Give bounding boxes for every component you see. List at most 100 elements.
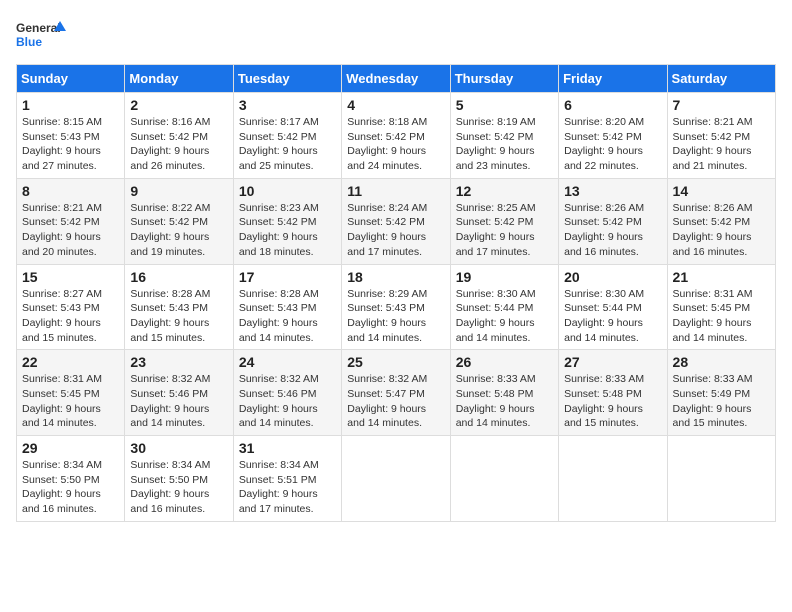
sunrise-label: Sunrise: 8:22 AM bbox=[130, 202, 210, 214]
day-number: 9 bbox=[130, 183, 227, 199]
day-number: 15 bbox=[22, 269, 119, 285]
daylight-label: Daylight: 9 hours and 26 minutes. bbox=[130, 145, 209, 172]
day-number: 23 bbox=[130, 354, 227, 370]
sunset-label: Sunset: 5:43 PM bbox=[22, 131, 100, 143]
logo: General Blue bbox=[16, 16, 66, 56]
calendar-week-row: 15 Sunrise: 8:27 AM Sunset: 5:43 PM Dayl… bbox=[17, 264, 776, 350]
sunset-label: Sunset: 5:42 PM bbox=[347, 131, 425, 143]
daylight-label: Daylight: 9 hours and 14 minutes. bbox=[564, 317, 643, 344]
weekday-header-sunday: Sunday bbox=[17, 65, 125, 93]
calendar-day-cell: 30 Sunrise: 8:34 AM Sunset: 5:50 PM Dayl… bbox=[125, 436, 233, 522]
calendar-day-cell bbox=[342, 436, 450, 522]
day-info: Sunrise: 8:34 AM Sunset: 5:50 PM Dayligh… bbox=[130, 458, 227, 517]
sunset-label: Sunset: 5:46 PM bbox=[239, 388, 317, 400]
calendar-day-cell: 2 Sunrise: 8:16 AM Sunset: 5:42 PM Dayli… bbox=[125, 93, 233, 179]
calendar-day-cell: 25 Sunrise: 8:32 AM Sunset: 5:47 PM Dayl… bbox=[342, 350, 450, 436]
day-info: Sunrise: 8:23 AM Sunset: 5:42 PM Dayligh… bbox=[239, 201, 336, 260]
calendar-day-cell bbox=[559, 436, 667, 522]
sunset-label: Sunset: 5:46 PM bbox=[130, 388, 208, 400]
daylight-label: Daylight: 9 hours and 14 minutes. bbox=[673, 317, 752, 344]
sunrise-label: Sunrise: 8:28 AM bbox=[130, 288, 210, 300]
sunset-label: Sunset: 5:45 PM bbox=[22, 388, 100, 400]
day-info: Sunrise: 8:16 AM Sunset: 5:42 PM Dayligh… bbox=[130, 115, 227, 174]
day-info: Sunrise: 8:33 AM Sunset: 5:48 PM Dayligh… bbox=[564, 372, 661, 431]
sunrise-label: Sunrise: 8:32 AM bbox=[239, 373, 319, 385]
daylight-label: Daylight: 9 hours and 15 minutes. bbox=[130, 317, 209, 344]
calendar-week-row: 1 Sunrise: 8:15 AM Sunset: 5:43 PM Dayli… bbox=[17, 93, 776, 179]
sunset-label: Sunset: 5:51 PM bbox=[239, 474, 317, 486]
calendar-day-cell: 24 Sunrise: 8:32 AM Sunset: 5:46 PM Dayl… bbox=[233, 350, 341, 436]
daylight-label: Daylight: 9 hours and 19 minutes. bbox=[130, 231, 209, 258]
sunset-label: Sunset: 5:42 PM bbox=[673, 131, 751, 143]
sunset-label: Sunset: 5:42 PM bbox=[22, 216, 100, 228]
calendar-day-cell: 26 Sunrise: 8:33 AM Sunset: 5:48 PM Dayl… bbox=[450, 350, 558, 436]
calendar-week-row: 22 Sunrise: 8:31 AM Sunset: 5:45 PM Dayl… bbox=[17, 350, 776, 436]
calendar-week-row: 8 Sunrise: 8:21 AM Sunset: 5:42 PM Dayli… bbox=[17, 178, 776, 264]
sunrise-label: Sunrise: 8:15 AM bbox=[22, 116, 102, 128]
day-info: Sunrise: 8:31 AM Sunset: 5:45 PM Dayligh… bbox=[22, 372, 119, 431]
calendar-day-cell: 18 Sunrise: 8:29 AM Sunset: 5:43 PM Dayl… bbox=[342, 264, 450, 350]
day-number: 29 bbox=[22, 440, 119, 456]
daylight-label: Daylight: 9 hours and 18 minutes. bbox=[239, 231, 318, 258]
day-number: 16 bbox=[130, 269, 227, 285]
calendar-day-cell: 6 Sunrise: 8:20 AM Sunset: 5:42 PM Dayli… bbox=[559, 93, 667, 179]
calendar-day-cell: 7 Sunrise: 8:21 AM Sunset: 5:42 PM Dayli… bbox=[667, 93, 775, 179]
sunset-label: Sunset: 5:49 PM bbox=[673, 388, 751, 400]
sunrise-label: Sunrise: 8:34 AM bbox=[130, 459, 210, 471]
day-info: Sunrise: 8:29 AM Sunset: 5:43 PM Dayligh… bbox=[347, 287, 444, 346]
daylight-label: Daylight: 9 hours and 15 minutes. bbox=[22, 317, 101, 344]
sunrise-label: Sunrise: 8:28 AM bbox=[239, 288, 319, 300]
sunset-label: Sunset: 5:42 PM bbox=[239, 131, 317, 143]
day-info: Sunrise: 8:17 AM Sunset: 5:42 PM Dayligh… bbox=[239, 115, 336, 174]
calendar-day-cell: 29 Sunrise: 8:34 AM Sunset: 5:50 PM Dayl… bbox=[17, 436, 125, 522]
day-number: 2 bbox=[130, 97, 227, 113]
day-number: 5 bbox=[456, 97, 553, 113]
calendar-table: SundayMondayTuesdayWednesdayThursdayFrid… bbox=[16, 64, 776, 522]
sunset-label: Sunset: 5:42 PM bbox=[239, 216, 317, 228]
day-number: 19 bbox=[456, 269, 553, 285]
day-number: 18 bbox=[347, 269, 444, 285]
daylight-label: Daylight: 9 hours and 22 minutes. bbox=[564, 145, 643, 172]
sunset-label: Sunset: 5:43 PM bbox=[130, 302, 208, 314]
sunrise-label: Sunrise: 8:29 AM bbox=[347, 288, 427, 300]
day-info: Sunrise: 8:32 AM Sunset: 5:46 PM Dayligh… bbox=[130, 372, 227, 431]
day-number: 26 bbox=[456, 354, 553, 370]
day-info: Sunrise: 8:31 AM Sunset: 5:45 PM Dayligh… bbox=[673, 287, 770, 346]
sunrise-label: Sunrise: 8:34 AM bbox=[239, 459, 319, 471]
day-info: Sunrise: 8:18 AM Sunset: 5:42 PM Dayligh… bbox=[347, 115, 444, 174]
day-info: Sunrise: 8:21 AM Sunset: 5:42 PM Dayligh… bbox=[22, 201, 119, 260]
sunset-label: Sunset: 5:50 PM bbox=[130, 474, 208, 486]
daylight-label: Daylight: 9 hours and 23 minutes. bbox=[456, 145, 535, 172]
calendar-day-cell: 11 Sunrise: 8:24 AM Sunset: 5:42 PM Dayl… bbox=[342, 178, 450, 264]
daylight-label: Daylight: 9 hours and 15 minutes. bbox=[564, 403, 643, 430]
calendar-day-cell: 8 Sunrise: 8:21 AM Sunset: 5:42 PM Dayli… bbox=[17, 178, 125, 264]
day-number: 24 bbox=[239, 354, 336, 370]
sunset-label: Sunset: 5:42 PM bbox=[673, 216, 751, 228]
sunset-label: Sunset: 5:45 PM bbox=[673, 302, 751, 314]
sunset-label: Sunset: 5:42 PM bbox=[564, 131, 642, 143]
sunrise-label: Sunrise: 8:21 AM bbox=[22, 202, 102, 214]
sunrise-label: Sunrise: 8:18 AM bbox=[347, 116, 427, 128]
svg-text:Blue: Blue bbox=[16, 35, 42, 49]
sunrise-label: Sunrise: 8:30 AM bbox=[456, 288, 536, 300]
calendar-day-cell: 21 Sunrise: 8:31 AM Sunset: 5:45 PM Dayl… bbox=[667, 264, 775, 350]
day-number: 30 bbox=[130, 440, 227, 456]
sunrise-label: Sunrise: 8:23 AM bbox=[239, 202, 319, 214]
daylight-label: Daylight: 9 hours and 14 minutes. bbox=[130, 403, 209, 430]
day-number: 20 bbox=[564, 269, 661, 285]
sunrise-label: Sunrise: 8:30 AM bbox=[564, 288, 644, 300]
sunrise-label: Sunrise: 8:32 AM bbox=[130, 373, 210, 385]
calendar-day-cell: 19 Sunrise: 8:30 AM Sunset: 5:44 PM Dayl… bbox=[450, 264, 558, 350]
weekday-header-row: SundayMondayTuesdayWednesdayThursdayFrid… bbox=[17, 65, 776, 93]
calendar-day-cell: 9 Sunrise: 8:22 AM Sunset: 5:42 PM Dayli… bbox=[125, 178, 233, 264]
calendar-day-cell: 5 Sunrise: 8:19 AM Sunset: 5:42 PM Dayli… bbox=[450, 93, 558, 179]
daylight-label: Daylight: 9 hours and 17 minutes. bbox=[239, 488, 318, 515]
day-number: 6 bbox=[564, 97, 661, 113]
sunset-label: Sunset: 5:43 PM bbox=[239, 302, 317, 314]
header: General Blue bbox=[16, 16, 776, 56]
sunrise-label: Sunrise: 8:25 AM bbox=[456, 202, 536, 214]
daylight-label: Daylight: 9 hours and 20 minutes. bbox=[22, 231, 101, 258]
day-number: 25 bbox=[347, 354, 444, 370]
day-number: 28 bbox=[673, 354, 770, 370]
sunrise-label: Sunrise: 8:31 AM bbox=[22, 373, 102, 385]
